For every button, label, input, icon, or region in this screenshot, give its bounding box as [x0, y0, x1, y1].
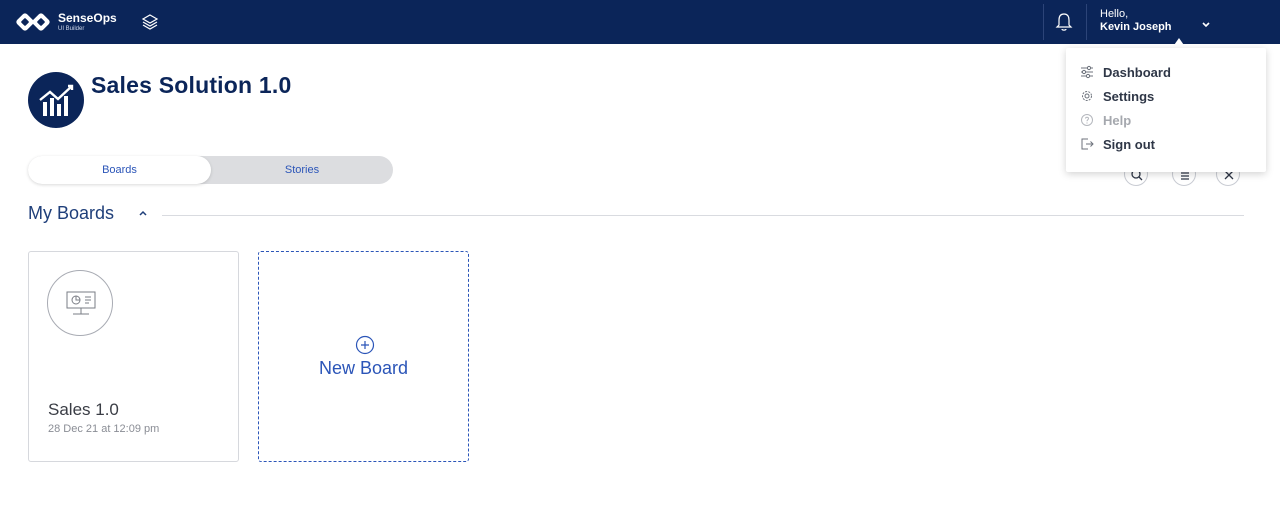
menu-item-help: Help	[1080, 109, 1252, 131]
infinity-logo-icon	[16, 13, 50, 31]
board-presentation-icon	[47, 270, 113, 336]
brand[interactable]: SenseOps UI Builder	[16, 8, 117, 36]
top-navigation-bar: SenseOps UI Builder Hello, Kevin Joseph	[0, 0, 1280, 44]
menu-item-label: Settings	[1103, 88, 1155, 104]
bell-icon[interactable]	[1054, 11, 1074, 33]
new-board-label: New Board	[318, 358, 409, 378]
greeting-text: Hello,	[1100, 8, 1129, 20]
header-divider	[1043, 4, 1044, 40]
new-board-button[interactable]: New Board	[258, 251, 469, 462]
board-date: 28 Dec 21 at 12:09 pm	[48, 423, 160, 435]
tab-boards[interactable]: Boards	[28, 156, 211, 184]
user-name: Kevin Joseph	[1100, 21, 1172, 33]
user-menu: Dashboard Settings Help Sign out	[1066, 48, 1266, 172]
chart-logo-icon	[28, 72, 84, 128]
menu-item-label: Help	[1103, 112, 1132, 128]
board-name: Sales 1.0	[48, 400, 119, 419]
tab-stories[interactable]: Stories	[211, 156, 393, 184]
page-title: Sales Solution 1.0	[91, 72, 292, 98]
view-tabs: Stories Boards	[28, 156, 393, 184]
section-divider	[162, 215, 1244, 216]
brand-name: SenseOps	[58, 11, 117, 25]
gear-icon	[1082, 91, 1092, 101]
menu-item-dashboard[interactable]: Dashboard	[1080, 61, 1252, 83]
brand-subtitle: UI Builder	[58, 26, 85, 32]
section-title: My Boards	[28, 203, 115, 223]
chevron-down-icon[interactable]	[1200, 20, 1212, 30]
menu-item-label: Dashboard	[1103, 64, 1171, 80]
layers-icon[interactable]	[140, 12, 160, 32]
board-card[interactable]: Sales 1.0 28 Dec 21 at 12:09 pm	[28, 251, 239, 462]
dropdown-caret	[1172, 38, 1186, 48]
menu-item-sign-out[interactable]: Sign out	[1080, 133, 1252, 155]
menu-item-label: Sign out	[1103, 136, 1155, 152]
sign-out-icon	[1081, 138, 1094, 150]
sliders-icon	[1081, 65, 1093, 79]
menu-item-settings[interactable]: Settings	[1080, 85, 1252, 107]
user-greeting[interactable]: Hello, Kevin Joseph	[1100, 8, 1172, 34]
plus-circle-icon	[355, 335, 375, 355]
help-icon	[1081, 114, 1093, 126]
chevron-up-icon[interactable]	[137, 208, 149, 220]
header-divider	[1086, 4, 1087, 40]
